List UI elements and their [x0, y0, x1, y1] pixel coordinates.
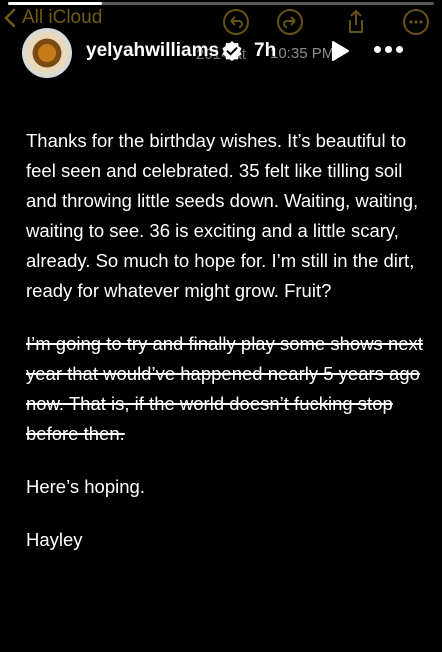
back-label: All iCloud [22, 7, 103, 28]
play-icon[interactable] [330, 40, 350, 62]
note-timestamp: 10:35 PM [270, 45, 335, 62]
username[interactable]: yelyahwilliams [86, 40, 219, 62]
note-paragraph: Here’s hoping. [26, 476, 145, 497]
back-button[interactable]: All iCloud [4, 7, 102, 29]
story-header: 2014 at 10:35 PM yelyahwilliams 7h [0, 28, 442, 78]
story-time-ago: 7h [254, 40, 277, 61]
verified-badge-icon [222, 41, 242, 61]
story-progress-fill [8, 2, 102, 5]
avatar[interactable] [22, 28, 72, 78]
note-paragraph-struck: I’m going to try and finally play some s… [26, 333, 423, 444]
story-progress-bar [8, 2, 434, 5]
more-options-icon[interactable] [374, 46, 403, 53]
chevron-left-icon [4, 8, 16, 28]
note-paragraph: Thanks for the birthday wishes. It’s bea… [26, 130, 419, 301]
note-signature: Hayley [26, 529, 83, 550]
note-body: Thanks for the birthday wishes. It’s bea… [26, 126, 426, 578]
